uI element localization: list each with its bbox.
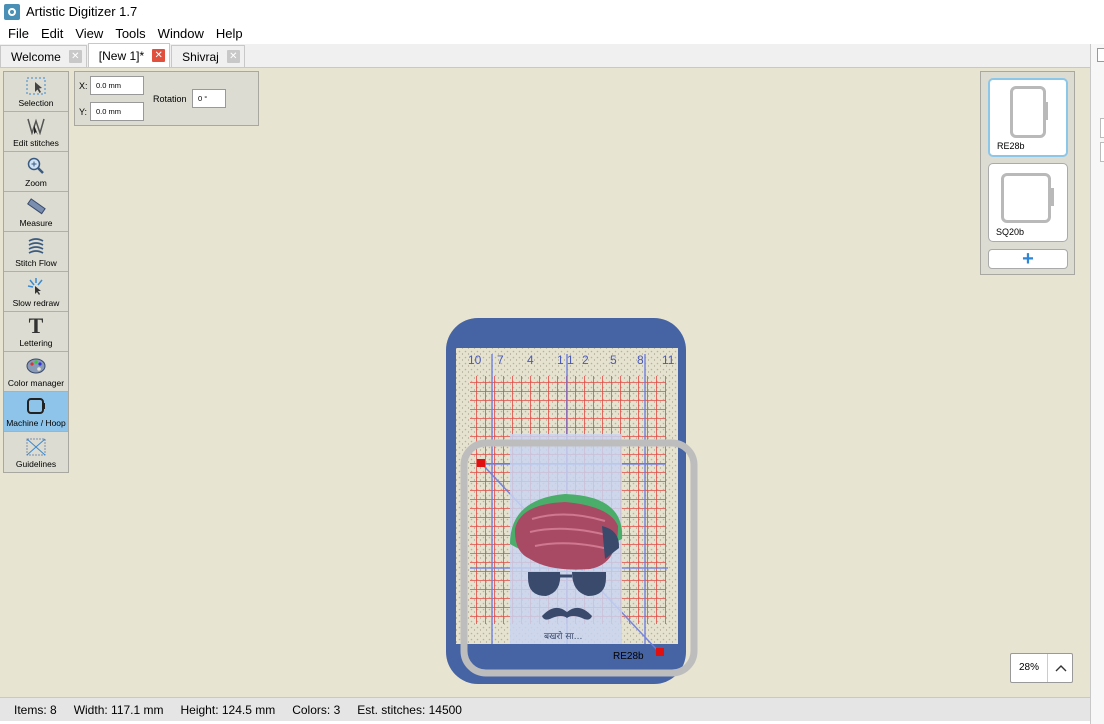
close-icon[interactable]: ✕ [226, 50, 240, 63]
tool-label: Selection [18, 98, 54, 108]
stitch-flow-icon [25, 236, 47, 256]
ruler-tick: 8 [637, 353, 644, 367]
edit-stitches-icon [25, 116, 47, 136]
dock-handle[interactable] [1097, 48, 1104, 62]
ruler-tick: 4 [527, 353, 534, 367]
lettering-icon: T [28, 313, 44, 338]
hoop-name: RE28b [997, 141, 1025, 151]
status-items: Items: 8 [14, 702, 57, 717]
status-width: Width: 117.1 mm [73, 702, 164, 717]
tab-label: Welcome [11, 49, 61, 64]
design-canvas[interactable]: Selection Edit stitches Zoom Measure Sti… [0, 68, 1090, 697]
menu-edit[interactable]: Edit [35, 26, 69, 41]
tool-palette: Selection Edit stitches Zoom Measure Sti… [3, 71, 69, 473]
rotation-field[interactable]: 0 ° [192, 89, 226, 108]
zoom-expand-button[interactable] [1047, 654, 1073, 682]
status-colors: Colors: 3 [292, 702, 341, 717]
design-caption: बखरो सा... [544, 630, 582, 642]
close-icon[interactable]: ✕ [68, 50, 82, 63]
ruler-tick: 5 [610, 353, 617, 367]
zoom-control[interactable]: 28% [1010, 653, 1073, 683]
menu-bar: File Edit View Tools Window Help [0, 23, 1104, 44]
selection-handle [656, 648, 664, 656]
dock-handle[interactable] [1100, 142, 1104, 162]
tool-selection[interactable]: Selection [4, 72, 68, 112]
zoom-icon [25, 156, 47, 176]
menu-tools[interactable]: Tools [109, 26, 151, 41]
tool-machine-hoop[interactable]: Machine / Hoop [4, 392, 68, 432]
tab-label: Shivraj [182, 49, 219, 64]
y-label: Y: [79, 107, 88, 117]
hoop-clip [1049, 188, 1054, 206]
dock-handle[interactable] [1100, 118, 1104, 138]
tool-stitch-flow[interactable]: Stitch Flow [4, 232, 68, 272]
tool-label: Slow redraw [12, 298, 60, 308]
menu-window[interactable]: Window [152, 26, 210, 41]
tool-edit-stitches[interactable]: Edit stitches [4, 112, 68, 152]
ruler-tick: 7 [497, 353, 504, 367]
tab-shivraj[interactable]: Shivraj ✕ [171, 45, 245, 67]
title-bar: Artistic Digitizer 1.7 [0, 0, 1104, 23]
hoop-card-sq20b[interactable]: SQ20b [988, 163, 1068, 242]
tool-measure[interactable]: Measure [4, 192, 68, 232]
chevron-up-icon [1055, 665, 1067, 672]
measure-icon [25, 196, 47, 216]
hoop-icon [1001, 173, 1051, 223]
rotation-label: Rotation [153, 94, 187, 104]
tool-label: Color manager [7, 378, 65, 388]
slow-redraw-icon [25, 276, 47, 296]
tab-new-1[interactable]: [New 1]* ✕ [87, 43, 171, 67]
hoop-name-label: RE28b [613, 651, 644, 662]
add-hoop-button[interactable]: + [988, 249, 1068, 269]
tool-guidelines[interactable]: Guidelines [4, 432, 68, 472]
tool-label: Lettering [19, 338, 53, 348]
menu-view[interactable]: View [69, 26, 109, 41]
y-field[interactable]: 0.0 mm [90, 102, 144, 121]
hoop-preview[interactable]: 10 7 4 1 1 2 5 8 11 बखरो सा... [440, 314, 700, 686]
document-tab-bar: Welcome ✕ [New 1]* ✕ Shivraj ✕ [0, 43, 1090, 68]
tool-zoom[interactable]: Zoom [4, 152, 68, 192]
close-icon[interactable]: ✕ [152, 49, 166, 62]
tool-lettering[interactable]: T Lettering [4, 312, 68, 352]
hoop-name: SQ20b [996, 227, 1025, 237]
ruler-tick: 2 [582, 353, 589, 367]
selection-icon [25, 76, 47, 96]
tool-color-manager[interactable]: Color manager [4, 352, 68, 392]
status-bar: Items: 8 Width: 117.1 mm Height: 124.5 m… [0, 697, 1090, 721]
hoop-icon [25, 396, 47, 416]
ruler-tick: 10 [468, 353, 482, 367]
tab-label: [New 1]* [98, 48, 145, 63]
tool-label: Machine / Hoop [6, 418, 66, 428]
tool-label: Measure [19, 218, 53, 228]
window-title: Artistic Digitizer 1.7 [26, 4, 138, 19]
x-label: X: [79, 81, 88, 91]
ruler-tick: 1 [567, 353, 574, 367]
hoop-card-re28b[interactable]: RE28b [988, 78, 1068, 157]
tab-welcome[interactable]: Welcome ✕ [0, 45, 87, 67]
guidelines-icon [25, 437, 47, 457]
tool-slow-redraw[interactable]: Slow redraw [4, 272, 68, 312]
status-stitches: Est. stitches: 14500 [357, 702, 462, 717]
side-dock-strip [1090, 44, 1104, 724]
zoom-level: 28% [1019, 662, 1040, 673]
position-panel: X: 0.0 mm Y: 0.0 mm Rotation 0 ° [74, 71, 259, 126]
tool-label: Stitch Flow [15, 258, 57, 268]
ruler-tick: 11 [662, 353, 675, 367]
ruler-tick: 1 [557, 353, 564, 367]
hoop-clip [1043, 102, 1048, 120]
tool-label: Guidelines [15, 459, 57, 469]
menu-file[interactable]: File [2, 26, 35, 41]
app-icon [4, 3, 20, 20]
menu-help[interactable]: Help [210, 26, 249, 41]
x-field[interactable]: 0.0 mm [90, 76, 144, 95]
tool-label: Zoom [25, 178, 47, 188]
color-manager-icon [25, 356, 47, 376]
status-height: Height: 124.5 mm [180, 702, 276, 717]
selection-handle [477, 459, 485, 467]
hoop-icon [1010, 86, 1046, 138]
hoop-selector-panel: RE28b SQ20b + [980, 71, 1075, 275]
tool-label: Edit stitches [13, 138, 59, 148]
